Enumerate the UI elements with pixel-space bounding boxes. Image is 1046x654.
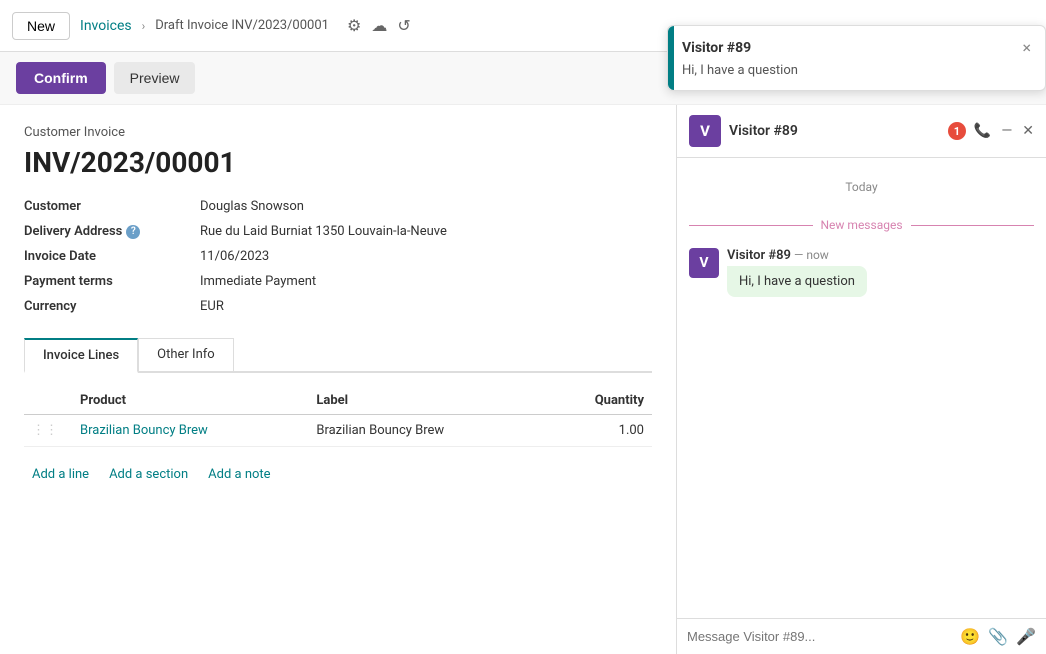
chat-msg-time-separator: — [794,248,806,262]
chat-bubble: Hi, I have a question [727,266,867,297]
chat-msg-meta: Visitor #89 — now [727,248,1034,263]
chat-input[interactable] [687,629,952,644]
emoji-icon[interactable]: 🙂 [960,627,980,646]
delivery-value[interactable]: Rue du Laid Burniat 1350 Louvain-la-Neuv… [200,224,652,239]
chat-msg-avatar: V [689,248,719,278]
table-label-header: Label [308,387,544,415]
invoice-area: Customer Invoice INV/2023/00001 Customer… [0,105,676,654]
table-row: ⋮⋮ Brazilian Bouncy Brew Brazilian Bounc… [24,415,652,447]
mic-icon[interactable]: 🎤 [1016,627,1036,646]
chat-message-row: V Visitor #89 — now Hi, I have a questio… [689,248,1034,297]
new-button[interactable]: New [12,12,70,40]
chat-body: Today New messages V Visitor #89 — now H… [677,158,1046,618]
table-product-header: Product [72,387,308,415]
invoice-lines-table: Product Label Quantity ⋮⋮ Brazilian Boun… [24,387,652,447]
row-label[interactable]: Brazilian Bouncy Brew [308,415,544,447]
chat-popup-title: Visitor #89 [682,40,751,56]
payment-terms-label: Payment terms [24,274,184,289]
chat-input-icons: 🙂 📎 🎤 [960,627,1036,646]
preview-button[interactable]: Preview [114,62,196,94]
invoice-date-value[interactable]: 11/06/2023 [200,249,652,264]
minimize-icon[interactable]: — [1001,123,1012,139]
row-drag-handle[interactable]: ⋮⋮ [24,415,72,447]
main-layout: Customer Invoice INV/2023/00001 Customer… [0,105,1046,654]
invoice-form: Customer Douglas Snowson Delivery Addres… [24,199,652,314]
chat-msg-time: now [806,248,829,262]
currency-value[interactable]: EUR [200,299,652,314]
row-quantity[interactable]: 1.00 [545,415,652,447]
breadcrumb-separator: › [142,19,146,33]
top-bar-icons: ⚙ ☁ ↺ [347,16,411,35]
table-quantity-header: Quantity [545,387,652,415]
chat-header-icons: 📞 — ✕ [974,123,1034,139]
delivery-help-icon[interactable]: ? [126,225,140,239]
customer-label: Customer [24,199,184,214]
chat-input-area: 🙂 📎 🎤 [677,618,1046,654]
breadcrumb-sub: Draft Invoice INV/2023/00001 [155,18,329,33]
upload-icon[interactable]: ☁ [371,16,387,35]
chat-today-label: Today [689,180,1034,194]
new-messages-divider: New messages [689,218,1034,232]
add-links: Add a line Add a section Add a note [24,461,652,488]
chat-popup-accent [668,26,674,90]
chat-unread-badge: 1 [948,122,966,140]
chat-msg-sender: Visitor #89 [727,248,791,263]
chat-header-name: Visitor #89 [729,123,940,139]
tab-invoice-lines[interactable]: Invoice Lines [24,338,138,373]
chat-msg-content: Visitor #89 — now Hi, I have a question [727,248,1034,297]
add-line-link[interactable]: Add a line [32,467,89,482]
invoice-tabs: Invoice Lines Other Info [24,338,652,373]
invoice-number: INV/2023/00001 [24,146,652,179]
phone-icon[interactable]: 📞 [974,123,991,139]
chat-popup: Visitor #89 × Hi, I have a question [667,25,1046,91]
tab-other-info[interactable]: Other Info [138,338,234,371]
refresh-icon[interactable]: ↺ [397,16,410,35]
add-section-link[interactable]: Add a section [109,467,188,482]
close-icon[interactable]: ✕ [1022,123,1034,139]
add-note-link[interactable]: Add a note [208,467,270,482]
confirm-button[interactable]: Confirm [16,62,106,94]
attachment-icon[interactable]: 📎 [988,627,1008,646]
delivery-label: Delivery Address ? [24,224,184,239]
chat-avatar: V [689,115,721,147]
currency-label: Currency [24,299,184,314]
customer-value[interactable]: Douglas Snowson [200,199,652,214]
chat-popup-header: Visitor #89 × [682,38,1031,57]
chat-popup-message: Hi, I have a question [682,63,1031,78]
row-product[interactable]: Brazilian Bouncy Brew [72,415,308,447]
breadcrumb-invoices-link[interactable]: Invoices [80,18,132,34]
chat-header: V Visitor #89 1 📞 — ✕ [677,105,1046,158]
settings-icon[interactable]: ⚙ [347,16,361,35]
invoice-type: Customer Invoice [24,125,652,140]
invoice-date-label: Invoice Date [24,249,184,264]
chat-popup-close-icon[interactable]: × [1022,38,1031,57]
chat-panel: Visitor #89 × Hi, I have a question V Vi… [676,105,1046,654]
new-messages-label: New messages [821,218,903,232]
payment-terms-value[interactable]: Immediate Payment [200,274,652,289]
table-drag-header [24,387,72,415]
